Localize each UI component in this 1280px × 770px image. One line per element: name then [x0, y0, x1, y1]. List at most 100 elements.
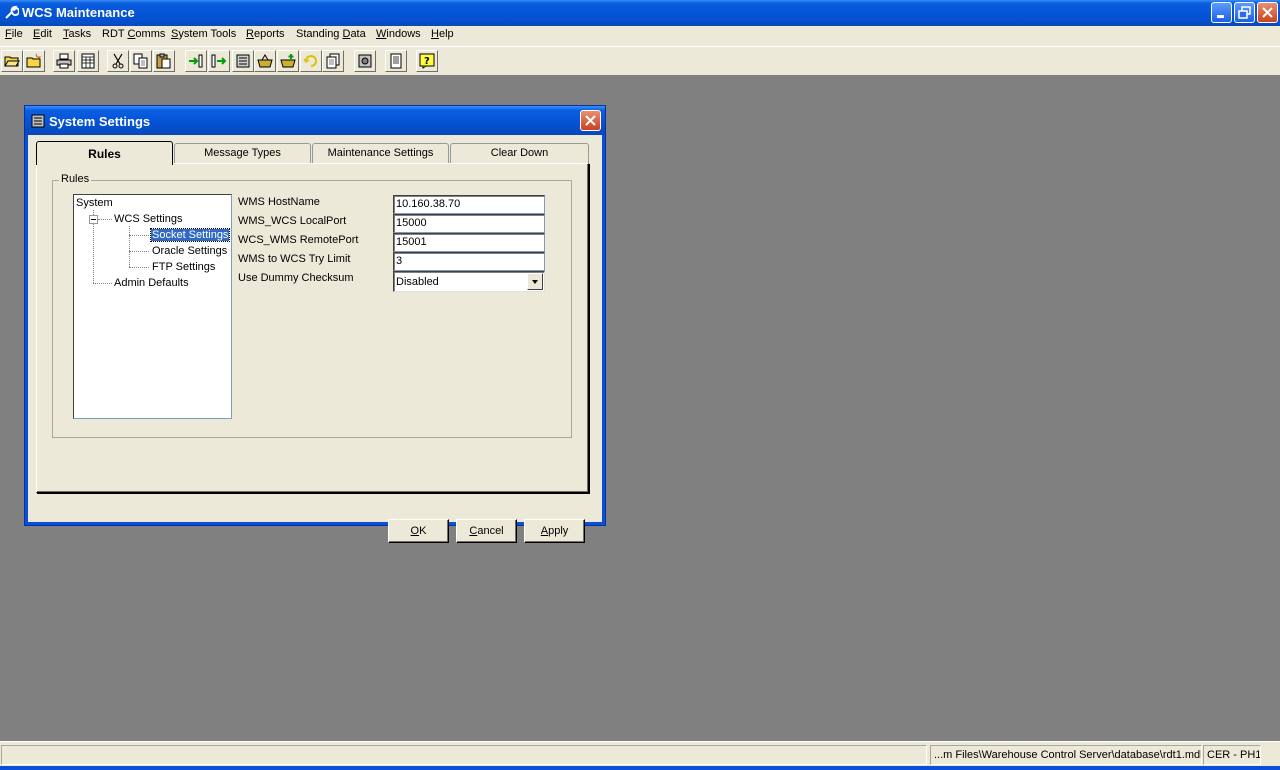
status-bar: ...m Files\Warehouse Control Server\data… [0, 741, 1280, 767]
menu-help[interactable]: Help [431, 28, 454, 40]
tree-node-oracle-settings[interactable]: Oracle Settings [152, 245, 227, 257]
document-button[interactable] [385, 50, 407, 72]
svg-text:?: ? [424, 56, 430, 67]
dummy-checksum-value: Disabled [396, 276, 439, 288]
toolbar: ? [0, 46, 1280, 76]
chevron-down-icon[interactable] [527, 273, 543, 290]
rules-groupbox: Rules System WCS Settings Socket Setting… [52, 173, 572, 438]
tab-message-types[interactable]: Message Types [174, 143, 311, 163]
print-icon [56, 53, 72, 69]
wms-hostname-label: WMS HostName [238, 196, 320, 208]
menu-rdt-comms[interactable]: RDT Comms [102, 28, 165, 40]
remote-port-input[interactable]: 15001 [393, 233, 545, 252]
tree-node-admin-defaults[interactable]: Admin Defaults [114, 277, 189, 289]
copy-icon [133, 53, 148, 69]
tree-connector [129, 267, 149, 268]
basket-icon [257, 54, 273, 68]
calculator-icon [81, 53, 95, 69]
pages-button[interactable] [322, 50, 344, 72]
tree-node-system[interactable]: System [76, 197, 113, 209]
help-button[interactable]: ? [416, 50, 438, 72]
menu-tasks[interactable]: Tasks [63, 28, 91, 40]
restore-button[interactable] [1234, 2, 1255, 23]
tab-clear-down[interactable]: Clear Down [450, 143, 589, 163]
import-icon [189, 54, 203, 68]
server-button[interactable] [232, 50, 254, 72]
basket-add-icon [280, 54, 296, 68]
paste-button[interactable] [153, 50, 175, 72]
minimize-button[interactable] [1211, 2, 1232, 23]
settings-icon [31, 114, 45, 128]
tree-connector [129, 235, 149, 236]
import-button[interactable] [185, 50, 207, 72]
apply-button[interactable]: Apply [524, 519, 585, 543]
cut-button[interactable] [107, 50, 129, 72]
local-port-label: WMS_WCS LocalPort [238, 215, 347, 227]
export-button[interactable] [208, 50, 230, 72]
menu-windows[interactable]: Windows [376, 28, 421, 40]
wms-hostname-input[interactable]: 10.160.38.70 [393, 195, 545, 214]
dialog-title-bar[interactable]: System Settings [25, 106, 605, 135]
try-limit-label: WMS to WCS Try Limit [238, 253, 351, 265]
menu-standing-data[interactable]: Standing Data [296, 28, 366, 40]
help-icon: ? [419, 53, 435, 69]
open-folder-icon [4, 56, 20, 67]
tree-connector [129, 251, 149, 252]
menu-edit[interactable]: Edit [33, 28, 52, 40]
minimize-icon [1217, 15, 1224, 18]
new-folder-icon [26, 53, 42, 68]
new-folder-button[interactable] [23, 50, 45, 72]
remote-port-label: WCS_WMS RemotePort [238, 234, 359, 246]
print-button[interactable] [53, 50, 75, 72]
settings-icon [358, 54, 372, 68]
refresh-icon [303, 55, 317, 67]
menu-file[interactable]: File [5, 28, 23, 40]
basket-add-button[interactable] [277, 50, 299, 72]
dummy-checksum-select[interactable]: Disabled [393, 271, 545, 292]
tree-connector [93, 283, 112, 284]
ok-button[interactable]: OK [388, 519, 449, 543]
tab-rules[interactable]: Rules [36, 141, 173, 165]
rules-tab-panel: Rules System WCS Settings Socket Setting… [36, 163, 589, 493]
status-pane-database: ...m Files\Warehouse Control Server\data… [930, 745, 1202, 765]
window-title: WCS Maintenance [22, 5, 135, 20]
status-pane-site: CER - PH1 [1203, 745, 1261, 765]
tree-node-ftp-settings[interactable]: FTP Settings [152, 261, 215, 273]
tab-maintenance-settings[interactable]: Maintenance Settings [312, 143, 449, 163]
calculator-button[interactable] [77, 50, 99, 72]
cancel-button[interactable]: Cancel [456, 519, 517, 543]
settings-tree[interactable]: System WCS Settings Socket Settings Orac… [73, 194, 232, 419]
dialog-close-button[interactable] [580, 110, 601, 131]
restore-icon [1238, 6, 1251, 19]
tree-node-wcs-settings[interactable]: WCS Settings [114, 213, 182, 225]
menu-system-tools[interactable]: System Tools [171, 28, 236, 40]
refresh-button[interactable] [300, 50, 322, 72]
wrench-icon [5, 5, 19, 19]
settings-button[interactable] [354, 50, 376, 72]
tree-connector [98, 219, 112, 220]
copy-button[interactable] [130, 50, 152, 72]
tree-node-socket-settings[interactable]: Socket Settings [149, 228, 231, 242]
pages-icon [326, 53, 340, 69]
cut-icon [112, 53, 124, 69]
try-limit-input[interactable]: 3 [393, 252, 545, 271]
main-title-bar[interactable]: WCS Maintenance [0, 0, 1280, 26]
menu-bar: File Edit Tasks RDT Comms System Tools R… [0, 26, 1280, 45]
bottom-border [0, 766, 1280, 770]
tree-connector [129, 226, 130, 267]
menu-reports[interactable]: Reports [246, 28, 285, 40]
close-button[interactable] [1257, 2, 1278, 23]
basket-button[interactable] [254, 50, 276, 72]
collapse-icon[interactable] [89, 215, 98, 224]
status-pane-main [1, 745, 927, 765]
close-icon [1262, 7, 1273, 18]
dummy-checksum-label: Use Dummy Checksum [238, 272, 354, 284]
export-icon [211, 54, 227, 68]
server-icon [236, 54, 250, 68]
close-icon [585, 115, 596, 126]
system-settings-dialog: System Settings Rules Message Types Main… [24, 105, 606, 543]
dialog-body: Rules Message Types Maintenance Settings… [28, 135, 602, 543]
local-port-input[interactable]: 15000 [393, 214, 545, 233]
paste-icon [156, 53, 171, 69]
open-button[interactable] [1, 50, 23, 72]
